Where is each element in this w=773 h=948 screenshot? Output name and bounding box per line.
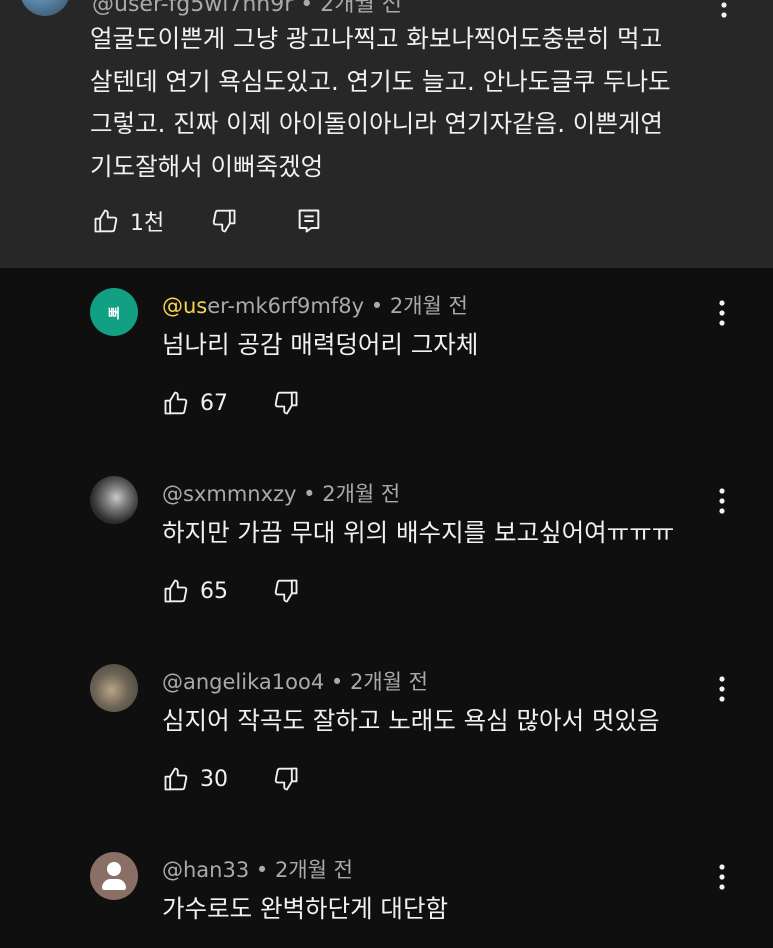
thumbs-up-icon[interactable]	[92, 207, 120, 235]
more-vertical-icon[interactable]	[714, 862, 730, 892]
reply-comment: @sxmmnxzy • 2개월 전 하지만 가끔 무대 위의 배수지를 보고싶어…	[0, 472, 773, 660]
thumbs-up-icon[interactable]	[162, 389, 190, 417]
comment-actions: 30	[162, 762, 300, 796]
avatar-photo	[90, 664, 138, 712]
comment-time: 2개월 전	[320, 0, 402, 17]
comment-text: 가수로도 완벽하단게 대단함	[162, 894, 449, 923]
reply-comment-icon[interactable]	[296, 207, 322, 235]
comment-handle[interactable]: er-mk6rf9mf8y	[207, 294, 364, 318]
comment-handle[interactable]: @sxmmnxzy	[162, 482, 296, 506]
comment-text-line: 그렇고. 진짜 이제 아이돌이아니라 연기자같음. 이쁜게연	[90, 109, 663, 138]
comment-handle[interactable]: @angelika1oo4	[162, 670, 324, 694]
comment-text: 얼굴도이쁜게 그냥 광고나찍고 화보나찍어도충분히 먹고 살텐데 연기 욕심도있…	[90, 18, 730, 188]
comment-time: 2개월 전	[322, 482, 401, 506]
more-vertical-icon[interactable]	[714, 298, 730, 328]
like-count: 65	[200, 578, 228, 604]
comment-time: 2개월 전	[274, 858, 353, 882]
comment-time: 2개월 전	[349, 670, 428, 694]
comment-text: 넘나리 공감 매력덩어리 그자체	[162, 330, 479, 359]
thumbs-down-icon[interactable]	[272, 389, 300, 417]
avatar[interactable]	[90, 852, 138, 900]
comment-text: 하지만 가끔 무대 위의 배수지를 보고싶어여ㅠㅠㅠ	[162, 518, 675, 547]
avatar-letter: 뻐	[90, 288, 138, 336]
more-vertical-icon[interactable]	[716, 0, 732, 20]
parent-comment: @user-fg5wi7nn9r • 2개월 전 얼굴도이쁜게 그냥 광고나찍고…	[0, 0, 773, 268]
avatar[interactable]	[20, 0, 70, 16]
avatar[interactable]: 뻐	[90, 288, 138, 336]
like-count: 67	[200, 390, 228, 416]
comment-handle[interactable]: @han33	[162, 858, 249, 882]
comment-meta: @user-mk6rf9mf8y • 2개월 전	[162, 290, 468, 320]
avatar[interactable]	[90, 664, 138, 712]
comment-handle[interactable]: @user-fg5wi7nn9r	[92, 0, 293, 17]
comment-actions: 1천	[92, 204, 322, 238]
comment-meta: @sxmmnxzy • 2개월 전	[162, 478, 400, 508]
comment-actions: 65	[162, 574, 300, 608]
meta-separator: •	[370, 294, 384, 318]
avatar-photo	[90, 476, 138, 524]
like-count: 1천	[130, 211, 165, 236]
thumbs-up-icon[interactable]	[162, 577, 190, 605]
comment-meta: @han33 • 2개월 전	[162, 854, 353, 884]
comment-meta: @user-fg5wi7nn9r • 2개월 전	[92, 0, 402, 18]
comment-handle-highlight[interactable]: @us	[162, 294, 207, 318]
comment-text: 심지어 작곡도 잘하고 노래도 욕심 많아서 멋있음	[162, 706, 660, 735]
like-count: 30	[200, 766, 228, 792]
meta-separator: •	[330, 670, 344, 694]
thumbs-down-icon[interactable]	[272, 765, 300, 793]
more-vertical-icon[interactable]	[714, 674, 730, 704]
avatar[interactable]	[90, 476, 138, 524]
reply-comment: @han33 • 2개월 전 가수로도 완벽하단게 대단함	[0, 848, 773, 948]
comment-meta: @angelika1oo4 • 2개월 전	[162, 666, 428, 696]
meta-separator: •	[300, 0, 321, 17]
comment-text-line: 살텐데 연기 욕심도있고. 연기도 늘고. 안나도글쿠 두나도	[90, 66, 671, 96]
default-avatar-icon	[90, 852, 138, 900]
comment-text-line: 얼굴도이쁜게 그냥 광고나찍고 화보나찍어도충분히 먹고	[90, 24, 663, 53]
reply-comment: 뻐 @user-mk6rf9mf8y • 2개월 전 넘나리 공감 매력덩어리 …	[0, 284, 773, 472]
meta-separator: •	[303, 482, 316, 506]
thumbs-down-icon[interactable]	[272, 577, 300, 605]
comment-time: 2개월 전	[389, 294, 468, 318]
thumbs-down-icon[interactable]	[210, 207, 238, 235]
more-vertical-icon[interactable]	[714, 486, 730, 516]
comment-text-line: 기도잘해서 이뻐죽겠엉	[90, 151, 324, 181]
thumbs-up-icon[interactable]	[162, 765, 190, 793]
reply-comment: @angelika1oo4 • 2개월 전 심지어 작곡도 잘하고 노래도 욕심…	[0, 660, 773, 848]
meta-separator: •	[255, 858, 269, 882]
comment-actions: 67	[162, 386, 300, 420]
